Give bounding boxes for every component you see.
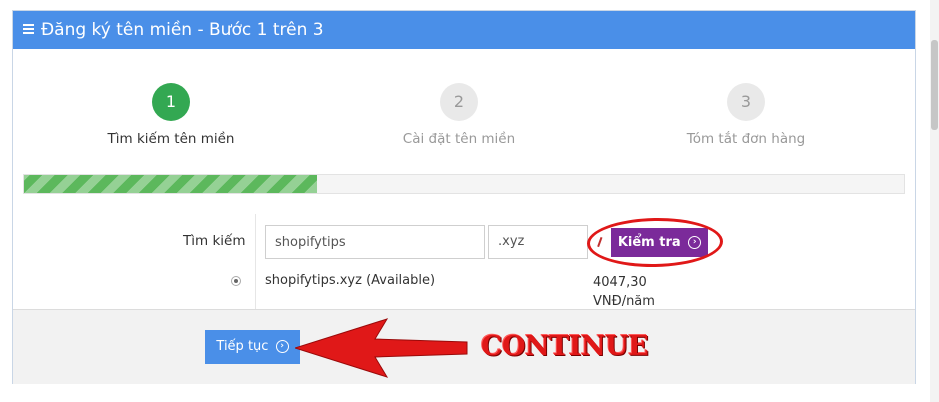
annotation-highlight-ellipse — [586, 216, 724, 269]
result-radio[interactable] — [231, 276, 241, 286]
continue-button[interactable]: Tiếp tục › — [205, 330, 300, 364]
step-3-number: 3 — [727, 83, 765, 121]
panel-header: Đăng ký tên miền - Bước 1 trên 3 — [13, 11, 915, 49]
step-2-label: Cài đặt tên miền — [402, 131, 516, 147]
continue-button-label: Tiếp tục — [216, 339, 269, 354]
search-label: Tìm kiếm — [183, 233, 246, 249]
domain-name-input[interactable] — [265, 225, 485, 259]
step-1-number: 1 — [152, 83, 190, 121]
step-3-label: Tóm tắt đơn hàng — [686, 131, 806, 147]
annotation-continue-text: CONTINUE — [481, 331, 649, 362]
result-price: 4047,30 VNĐ/năm — [593, 273, 655, 311]
scrollbar[interactable] — [930, 0, 939, 402]
step-2: 2 Cài đặt tên miền — [339, 83, 579, 147]
result-domain: shopifytips.xyz (Available) — [265, 273, 436, 288]
vertical-divider — [255, 214, 256, 311]
panel-title: Đăng ký tên miền - Bước 1 trên 3 — [41, 20, 324, 40]
annotation-arrow-icon — [295, 318, 468, 378]
arrow-circle-right-icon: › — [275, 340, 289, 353]
step-2-number: 2 — [440, 83, 478, 121]
hamburger-icon — [23, 24, 34, 34]
result-price-value: 4047,30 — [593, 275, 647, 290]
progress-bar — [23, 174, 905, 194]
scrollbar-thumb[interactable] — [931, 40, 938, 130]
progress-fill — [24, 175, 318, 193]
tld-select[interactable]: .xyz — [488, 225, 588, 259]
step-1: 1 Tìm kiếm tên miền — [51, 83, 291, 147]
step-1-label: Tìm kiếm tên miền — [107, 131, 235, 147]
step-3: 3 Tóm tắt đơn hàng — [626, 83, 866, 147]
